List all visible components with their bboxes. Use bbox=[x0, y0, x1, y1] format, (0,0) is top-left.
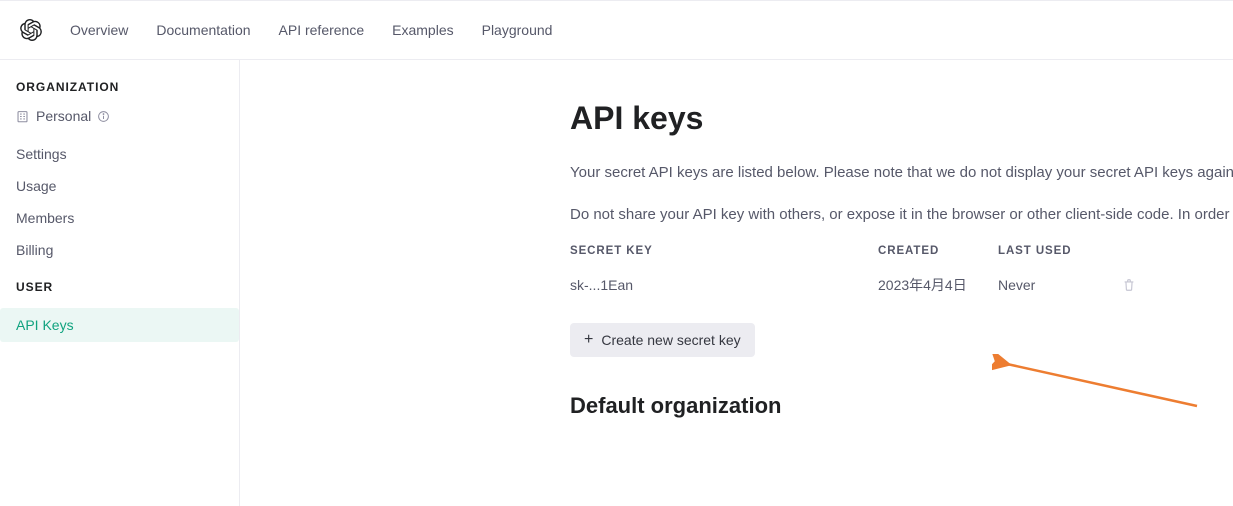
nav-playground[interactable]: Playground bbox=[482, 22, 553, 38]
main-content: API keys Your secret API keys are listed… bbox=[240, 60, 1233, 506]
nav-documentation[interactable]: Documentation bbox=[156, 22, 250, 38]
sidebar-heading-user: USER bbox=[16, 280, 239, 294]
table-header-row: SECRET KEY CREATED LAST USED bbox=[570, 245, 1233, 257]
sidebar-item-settings[interactable]: Settings bbox=[16, 138, 239, 170]
intro-paragraph-2: Do not share your API key with others, o… bbox=[570, 203, 1233, 227]
table-row: sk-...1Ean 2023年4月4日 Never bbox=[570, 275, 1233, 295]
building-icon bbox=[16, 109, 30, 123]
sidebar-item-api-keys[interactable]: API Keys bbox=[0, 308, 239, 342]
sidebar-item-billing[interactable]: Billing bbox=[16, 234, 239, 266]
trash-icon[interactable] bbox=[1122, 278, 1152, 292]
nav-api-reference[interactable]: API reference bbox=[279, 22, 365, 38]
sidebar-item-usage[interactable]: Usage bbox=[16, 170, 239, 202]
sidebar-org-selector[interactable]: Personal bbox=[16, 108, 239, 124]
info-icon bbox=[97, 109, 111, 123]
sidebar-heading-organization: ORGANIZATION bbox=[16, 80, 239, 94]
cell-created: 2023年4月4日 bbox=[878, 275, 998, 295]
sidebar-org-name: Personal bbox=[36, 108, 91, 124]
plus-icon: + bbox=[584, 332, 593, 348]
col-header-secret-key: SECRET KEY bbox=[570, 245, 878, 257]
sidebar-item-members[interactable]: Members bbox=[16, 202, 239, 234]
api-keys-table: SECRET KEY CREATED LAST USED sk-...1Ean … bbox=[570, 245, 1233, 295]
sidebar: ORGANIZATION Personal Settings Usage Mem… bbox=[0, 60, 240, 506]
create-secret-key-button[interactable]: + Create new secret key bbox=[570, 323, 755, 357]
cell-last-used: Never bbox=[998, 277, 1122, 293]
top-nav: Overview Documentation API reference Exa… bbox=[0, 0, 1233, 60]
intro-paragraph-1: Your secret API keys are listed below. P… bbox=[570, 161, 1233, 185]
cell-secret-key: sk-...1Ean bbox=[570, 277, 878, 293]
page-title: API keys bbox=[570, 100, 1233, 137]
create-button-label: Create new secret key bbox=[601, 332, 740, 348]
nav-examples[interactable]: Examples bbox=[392, 22, 453, 38]
col-header-created: CREATED bbox=[878, 245, 998, 257]
nav-overview[interactable]: Overview bbox=[70, 22, 128, 38]
col-header-last-used: LAST USED bbox=[998, 245, 1122, 257]
default-organization-heading: Default organization bbox=[570, 393, 1233, 419]
openai-logo-icon[interactable] bbox=[20, 19, 42, 41]
